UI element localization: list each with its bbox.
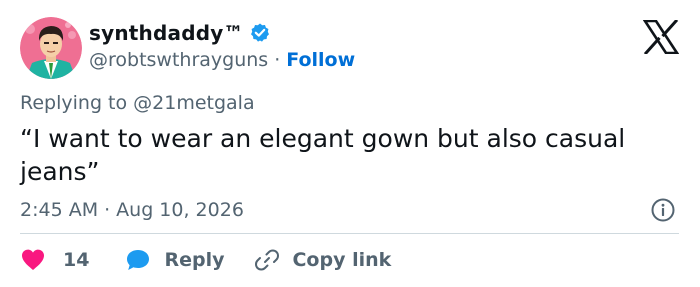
replying-to-handle[interactable]: @21metgala <box>133 92 254 114</box>
copy-link-button[interactable]: Copy link <box>254 247 391 273</box>
reply-bubble-icon <box>127 250 150 270</box>
verified-badge-icon <box>249 22 271 44</box>
reply-label: Reply <box>164 249 225 271</box>
tweet-date: Aug 10, 2026 <box>116 199 244 221</box>
avatar[interactable] <box>20 17 82 79</box>
tweet-time: 2:45 AM <box>20 199 99 221</box>
copy-link-label: Copy link <box>292 249 392 271</box>
replying-to-prefix: Replying to <box>20 92 134 114</box>
like-count: 14 <box>63 249 90 271</box>
tweet-text: “I want to wear an elegant gown but also… <box>20 124 626 186</box>
replying-to: Replying to @21metgala <box>20 92 255 114</box>
tweet-card: synthdaddy™ @robtswthrayguns · Follow Re… <box>0 0 700 287</box>
comic-portrait-avatar-icon <box>20 17 82 79</box>
reply-button[interactable]: Reply <box>125 248 224 272</box>
heart-icon <box>22 249 44 270</box>
follow-button[interactable]: Follow <box>286 49 355 71</box>
author-name-row: synthdaddy™ <box>89 20 271 46</box>
separator-dot: · <box>274 49 281 71</box>
divider <box>20 233 679 234</box>
like-button[interactable]: 14 <box>20 248 89 272</box>
info-icon[interactable] <box>650 197 676 223</box>
link-icon <box>255 249 280 271</box>
author-handle[interactable]: @robtswthrayguns <box>89 49 268 71</box>
author-display-name[interactable]: synthdaddy™ <box>89 21 244 45</box>
x-logo-icon[interactable] <box>642 18 680 56</box>
action-bar: 14 Reply Copy link <box>20 246 391 274</box>
timestamp-separator: · <box>104 199 111 221</box>
author-handle-row: @robtswthrayguns · Follow <box>89 47 355 73</box>
tweet-timestamp[interactable]: 2:45 AM · Aug 10, 2026 <box>20 197 244 223</box>
